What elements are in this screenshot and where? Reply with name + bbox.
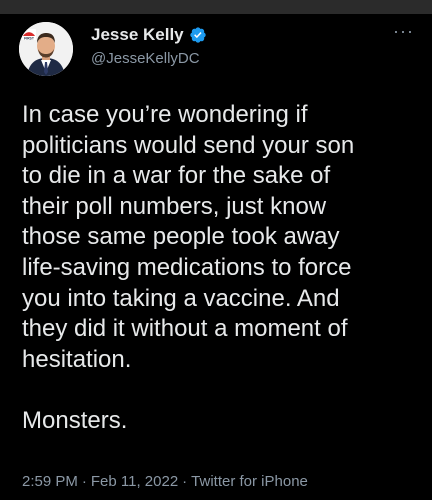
tweet-text: In case you’re wondering if politicians … bbox=[22, 100, 414, 437]
tweet-paragraph: In case you’re wondering if politicians … bbox=[22, 101, 355, 373]
tweet-time[interactable]: 2:59 PM bbox=[22, 473, 78, 490]
avatar-badge-text: FIRST bbox=[24, 36, 35, 40]
avatar-image: FIRST bbox=[19, 22, 73, 76]
verified-badge-icon bbox=[189, 26, 207, 44]
tweet-source[interactable]: Twitter for iPhone bbox=[191, 473, 308, 490]
more-options-button[interactable]: ··· bbox=[393, 22, 414, 40]
author-display-name[interactable]: Jesse Kelly bbox=[91, 25, 184, 45]
avatar[interactable]: FIRST bbox=[19, 22, 73, 76]
top-status-strip bbox=[0, 0, 432, 14]
tweet-date[interactable]: Feb 11, 2022 bbox=[91, 473, 178, 490]
tweet-meta: 2:59 PM · Feb 11, 2022 · Twitter for iPhone bbox=[22, 473, 308, 490]
meta-separator: · bbox=[81, 473, 87, 490]
author-handle[interactable]: @JesseKellyDC bbox=[91, 50, 200, 67]
meta-separator: · bbox=[182, 473, 188, 490]
author-name-row: Jesse Kelly bbox=[91, 25, 207, 45]
tweet-card: FIRST Jesse Kelly @JesseKellyDC ··· In c… bbox=[0, 14, 432, 500]
tweet-paragraph: Monsters. bbox=[22, 406, 128, 434]
